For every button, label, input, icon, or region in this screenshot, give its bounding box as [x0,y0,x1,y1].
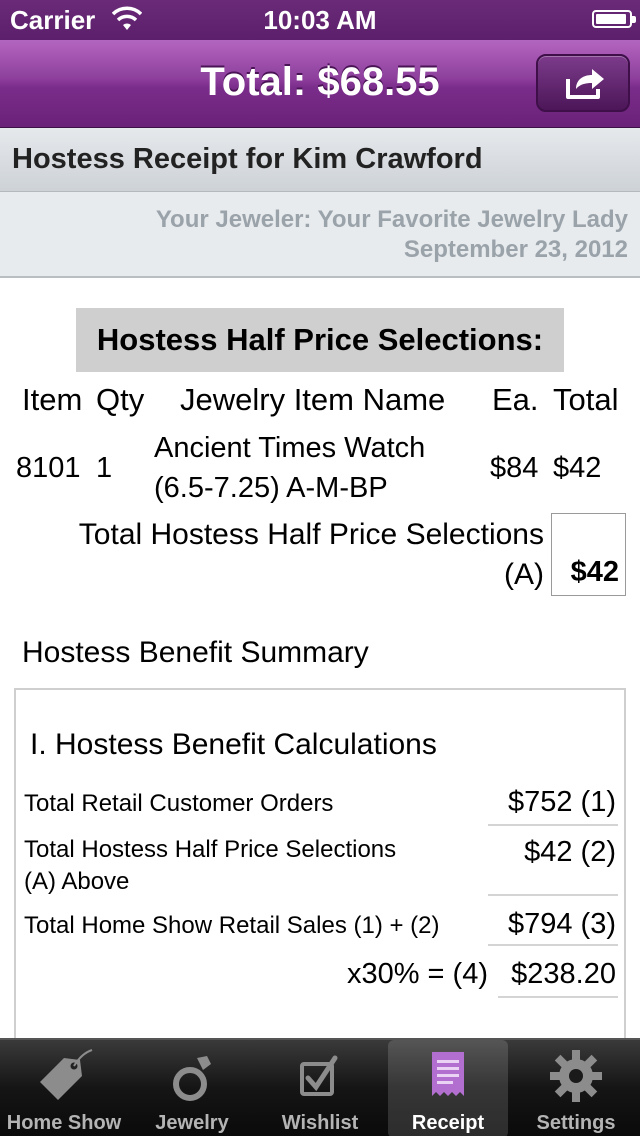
divider [488,824,618,826]
jeweler-name: Your Jeweler: Your Favorite Jewelry Lady [155,206,628,233]
receipt-title: Hostess Receipt for Kim Crawford [12,143,483,175]
half-price-label-suffix: (A) Above [24,868,130,895]
retail-orders-label: Total Retail Customer Orders [24,790,334,817]
item-number: 8101 [16,452,81,484]
tab-label: Jewelry [155,1112,229,1134]
selections-total-value: $42 [551,513,626,596]
column-header-item: Item [22,382,83,417]
tab-bar: Home Show Jewelry Wishlist Receipt Setti… [0,1038,640,1136]
status-time: 10:03 AM [263,5,377,35]
item-name-line2: (6.5-7.25) A-M-BP [154,472,388,504]
receipt-date: September 23, 2012 [403,236,628,263]
divider [498,996,618,998]
price-tag-icon [40,1049,93,1100]
column-header-name: Jewelry Item Name [180,382,446,417]
column-header-each: Ea. [492,382,539,417]
selections-total-label: Total Hostess Half Price Selections [78,518,544,551]
percentage-label: x30% = (4) [346,958,488,990]
checkbox-icon [300,1055,338,1096]
divider [488,944,618,946]
battery-icon [592,10,636,28]
tab-label: Wishlist [281,1112,359,1134]
tab-label: Home Show [6,1112,122,1134]
selections-total-label-suffix: (A) [504,558,544,591]
tab-label: Settings [536,1112,616,1134]
tab-jewelry[interactable]: Jewelry [128,1040,256,1136]
tab-home-show[interactable]: Home Show [0,1040,128,1136]
half-price-label: Total Hostess Half Price Selections [24,836,397,863]
benefit-summary-title: Hostess Benefit Summary [22,636,369,669]
item-qty: 1 [96,452,113,484]
half-price-value: $42 (2) [524,836,616,868]
divider [488,894,618,896]
column-header-qty: Qty [96,382,145,417]
selections-heading: Hostess Half Price Selections: [76,308,564,372]
tab-wishlist[interactable]: Wishlist [256,1040,384,1136]
calc-title: I. Hostess Benefit Calculations [30,728,437,761]
item-each-price: $84 [490,452,539,484]
share-icon [566,69,604,99]
retail-orders-value: $752 (1) [507,786,616,818]
retail-sales-value: $794 (3) [507,908,616,940]
tab-settings[interactable]: Settings [512,1040,640,1136]
column-header-total: Total [553,382,619,417]
jeweler-info: Your Jeweler: Your Favorite Jewelry Lady… [0,192,640,278]
nav-bar: Total: $68.55 [0,40,640,128]
status-bar: Carrier 10:03 AM [0,0,640,40]
gear-icon [550,1050,602,1102]
retail-sales-label: Total Home Show Retail Sales (1) + (2) [24,912,440,939]
percentage-value: $238.20 [511,958,616,990]
receipt-header: Hostess Receipt for Kim Crawford [0,128,640,192]
ring-icon [173,1056,211,1101]
receipt-icon [432,1052,464,1096]
tab-label: Receipt [411,1112,485,1134]
tab-receipt[interactable]: Receipt [388,1040,508,1136]
share-button[interactable] [536,54,630,112]
item-name-line1: Ancient Times Watch [154,432,426,464]
item-total-price: $42 [553,452,602,484]
